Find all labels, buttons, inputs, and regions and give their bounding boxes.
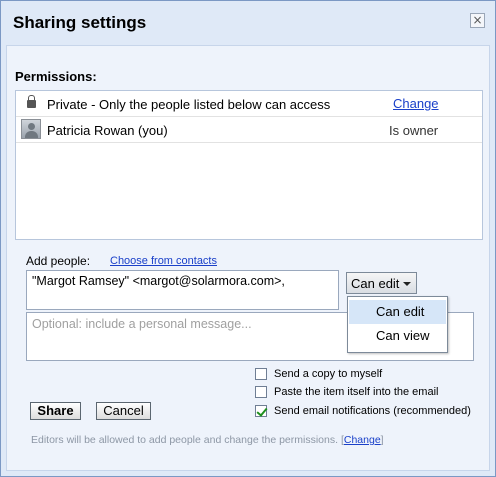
chevron-down-icon (403, 282, 411, 286)
visibility-text: Private - Only the people listed below c… (47, 97, 331, 112)
permission-row-visibility: Private - Only the people listed below c… (16, 91, 482, 117)
permission-row-owner: Patricia Rowan (you) Is owner (16, 117, 482, 143)
editors-footnote: Editors will be allowed to add people an… (31, 434, 384, 446)
permissions-list: Private - Only the people listed below c… (15, 90, 483, 240)
role-option-can-view[interactable]: Can view (349, 324, 446, 348)
paste-item-label: Paste the item itself into the email (274, 386, 439, 398)
role-dropdown-menu: Can edit Can view (347, 296, 448, 353)
change-editor-permissions-link[interactable]: Change (344, 434, 381, 446)
footnote-text: Editors will be allowed to add people an… (31, 434, 339, 446)
close-icon[interactable]: × (470, 13, 485, 28)
dialog-titlebar: Sharing settings × (1, 1, 495, 45)
email-notifications-checkbox[interactable] (255, 405, 267, 417)
permissions-label: Permissions: (15, 69, 97, 84)
choose-from-contacts-link[interactable]: Choose from contacts (110, 255, 217, 267)
add-people-input[interactable]: "Margot Ramsey" <margot@solarmora.com>, (26, 270, 339, 310)
cancel-button[interactable]: Cancel (96, 402, 151, 420)
role-option-can-edit[interactable]: Can edit (349, 300, 446, 324)
dialog-body: Permissions: Private - Only the people l… (6, 45, 490, 471)
owner-name: Patricia Rowan (you) (47, 123, 168, 138)
add-people-label: Add people: (26, 254, 91, 268)
role-select-value: Can edit (351, 276, 400, 291)
sharing-settings-dialog: Sharing settings × Permissions: Private … (0, 0, 496, 477)
dialog-title: Sharing settings (13, 13, 147, 32)
paste-item-checkbox[interactable] (255, 386, 267, 398)
role-select[interactable]: Can edit (346, 272, 417, 294)
footnote-bracket-close: ] (380, 434, 384, 446)
share-button[interactable]: Share (30, 402, 81, 420)
send-copy-label: Send a copy to myself (274, 368, 383, 380)
change-visibility-link[interactable]: Change (393, 96, 439, 111)
lock-icon (27, 95, 36, 108)
owner-role: Is owner (389, 123, 439, 138)
avatar (21, 119, 41, 139)
send-copy-checkbox[interactable] (255, 368, 267, 380)
email-notifications-label: Send email notifications (recommended) (274, 405, 471, 417)
